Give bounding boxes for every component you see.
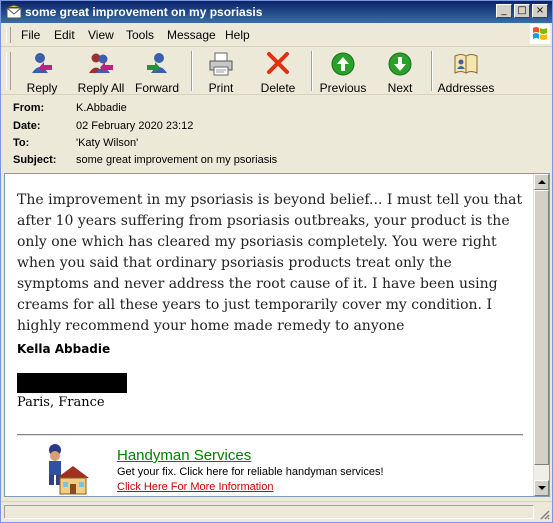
window-controls: _ □ × — [496, 4, 548, 18]
toolbar-separator — [191, 51, 193, 91]
handyman-house-icon[interactable] — [35, 442, 91, 496]
menu-view[interactable]: View — [88, 28, 114, 42]
printer-icon — [209, 52, 233, 76]
email-window: some great improvement on my psoriasis _… — [0, 0, 553, 523]
close-button[interactable]: × — [532, 4, 548, 18]
print-button[interactable]: Print — [201, 49, 241, 95]
delete-button[interactable]: Delete — [255, 49, 301, 95]
up-arrow-icon — [331, 52, 355, 76]
scroll-up-button[interactable] — [534, 174, 549, 190]
ad-divider — [17, 434, 523, 436]
scroll-thumb[interactable] — [534, 190, 549, 465]
scroll-down-arrow-icon — [538, 486, 546, 490]
status-pane — [4, 505, 534, 519]
reply-label: Reply — [26, 81, 58, 95]
next-label: Next — [387, 81, 413, 95]
print-label: Print — [208, 81, 234, 95]
forward-icon — [147, 53, 167, 73]
message-content: The improvement in my psoriasis is beyon… — [5, 174, 533, 496]
message-body-frame[interactable]: The improvement in my psoriasis is beyon… — [4, 173, 550, 497]
ad-more-info-link[interactable]: Click Here For More Information — [117, 481, 274, 493]
minimize-button[interactable]: _ — [496, 4, 512, 18]
from-label: From: — [13, 102, 45, 114]
toolbar-separator — [431, 51, 433, 91]
menu-file[interactable]: File — [21, 28, 40, 42]
scroll-down-button[interactable] — [534, 480, 549, 496]
resize-grip-icon[interactable] — [538, 508, 550, 520]
to-value[interactable]: 'Katy Wilson' — [76, 137, 138, 149]
reply-all-button[interactable]: Reply All — [73, 49, 129, 95]
from-value[interactable]: K.Abbadie — [76, 102, 127, 114]
delete-x-icon — [267, 52, 289, 74]
down-arrow-icon — [388, 52, 412, 76]
vertical-scrollbar[interactable] — [533, 174, 549, 496]
reply-all-label: Reply All — [77, 81, 125, 95]
next-button[interactable]: Next — [381, 49, 419, 95]
addresses-label: Addresses — [437, 81, 495, 95]
menu-edit[interactable]: Edit — [54, 28, 75, 42]
address-book-icon — [454, 54, 478, 74]
menu-grip[interactable] — [6, 27, 11, 43]
maximize-button[interactable]: □ — [514, 4, 530, 18]
window-title: some great improvement on my psoriasis — [25, 5, 263, 19]
menu-message[interactable]: Message — [167, 28, 216, 42]
addresses-button[interactable]: Addresses — [437, 49, 495, 95]
menu-help[interactable]: Help — [225, 28, 250, 42]
message-headers: From: K.Abbadie Date: 02 February 2020 2… — [1, 95, 552, 171]
menu-tools[interactable]: Tools — [126, 28, 154, 42]
to-label: To: — [13, 137, 30, 149]
windows-logo-icon — [530, 24, 550, 44]
reply-all-icon — [89, 53, 113, 73]
subject-value: some great improvement on my psoriasis — [76, 154, 278, 166]
reply-icon — [32, 53, 52, 73]
status-bar — [1, 501, 552, 522]
subject-label: Subject: — [13, 154, 57, 166]
signature-name: Kella Abbadie — [17, 342, 111, 356]
forward-label: Forward — [134, 81, 179, 95]
menu-bar: File Edit View Tools Message Help — [1, 23, 552, 47]
ad-title-link[interactable]: Handyman Services — [117, 447, 251, 464]
previous-label: Previous — [319, 81, 367, 95]
toolbar: Reply Reply All Forward Print Delete Pre… — [1, 47, 552, 95]
redaction-bar — [17, 373, 127, 393]
title-bar[interactable]: some great improvement on my psoriasis _… — [1, 1, 552, 23]
forward-button[interactable]: Forward — [133, 49, 181, 95]
envelope-icon — [6, 5, 22, 19]
delete-label: Delete — [260, 81, 296, 95]
scroll-up-arrow-icon — [538, 180, 546, 184]
date-label: Date: — [13, 120, 41, 132]
toolbar-separator — [311, 51, 313, 91]
toolbar-grip[interactable] — [6, 52, 11, 90]
reply-button[interactable]: Reply — [19, 49, 65, 95]
previous-button[interactable]: Previous — [319, 49, 367, 95]
ad-description: Get your fix. Click here for reliable ha… — [117, 466, 384, 478]
date-value: 02 February 2020 23:12 — [76, 120, 194, 132]
signature-location: Paris, France — [17, 395, 105, 410]
message-text: The improvement in my psoriasis is beyon… — [17, 192, 523, 334]
